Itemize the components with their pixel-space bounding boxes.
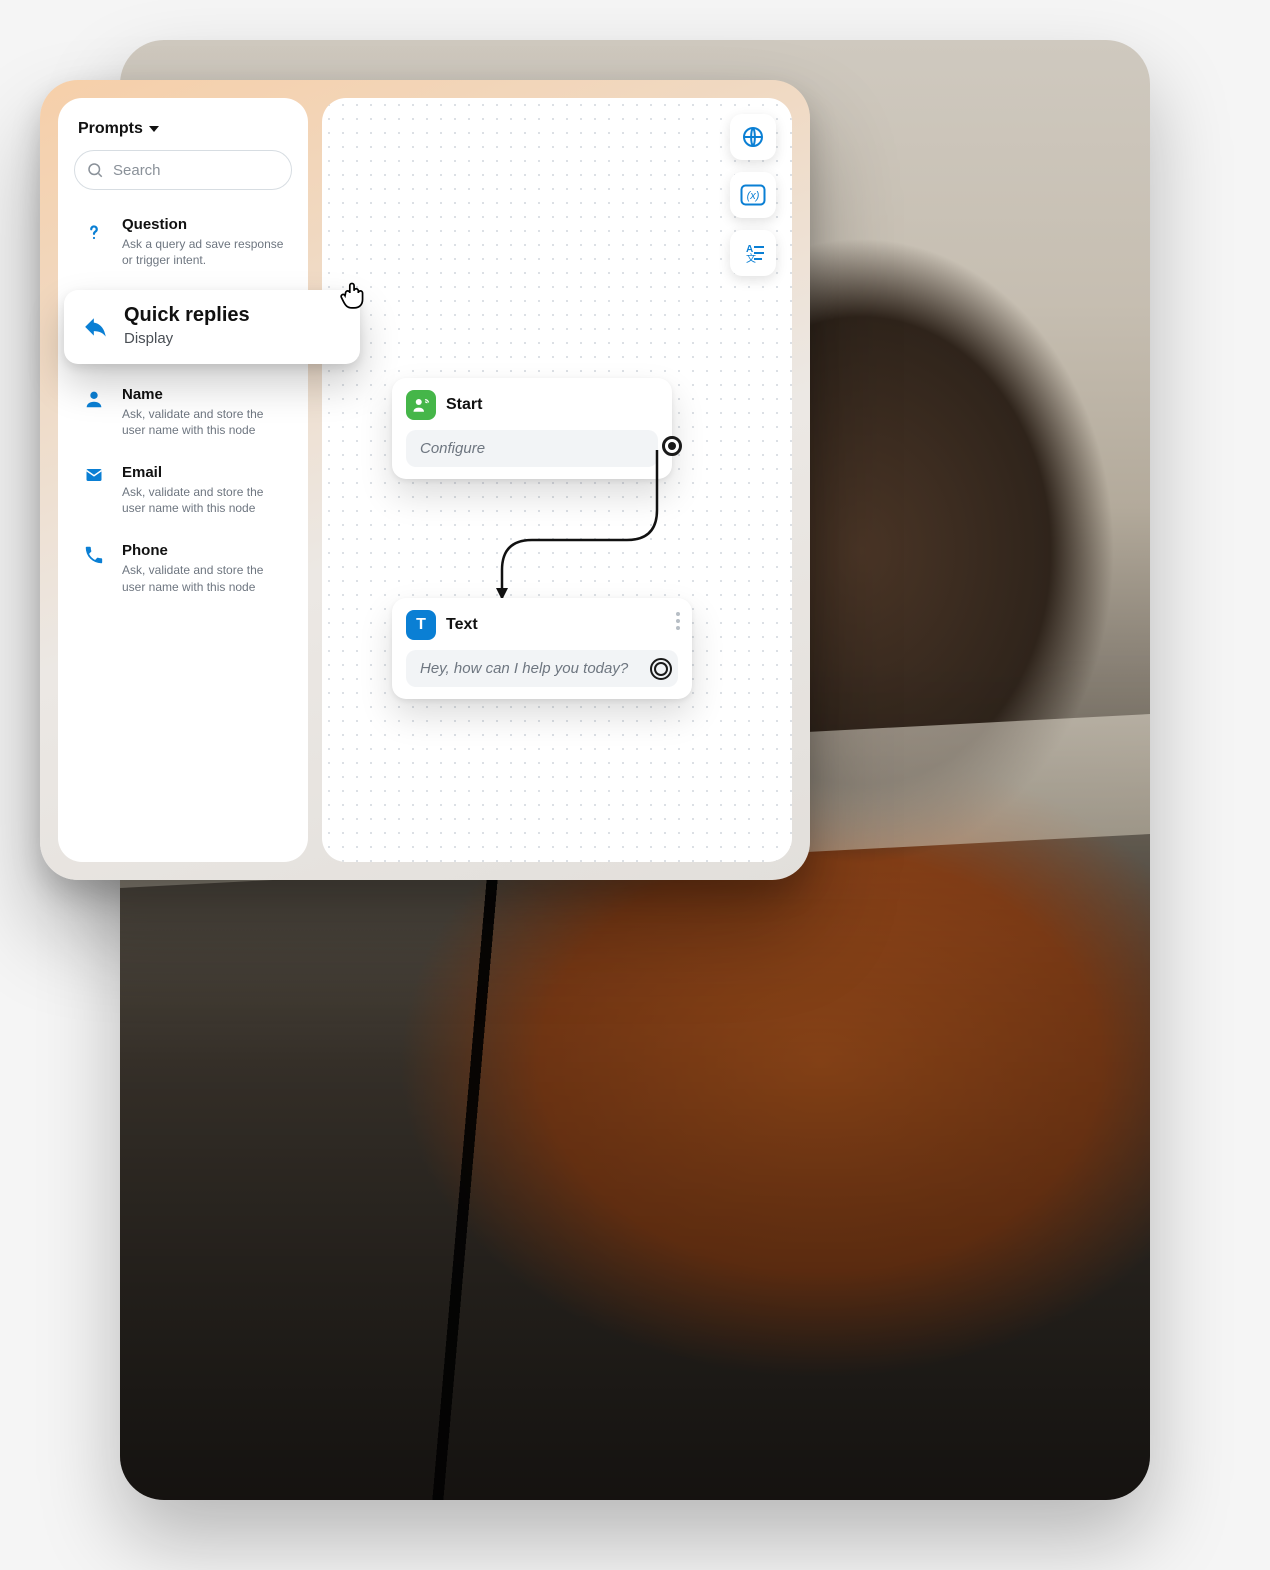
node-title: Text <box>446 616 478 634</box>
node-body-text: Hey, how can I help you today? <box>420 660 628 677</box>
prompt-title: Phone <box>122 542 286 559</box>
prompt-item-quick-replies[interactable]: Quick replies Display <box>64 290 360 363</box>
text-node-icon: T <box>406 610 436 640</box>
variable-icon: (x) <box>740 184 766 206</box>
flow-builder-panel: Prompts Question Ask a query ad save res… <box>40 80 810 880</box>
question-icon <box>80 216 108 246</box>
prompt-item-email[interactable]: Email Ask, validate and store the user n… <box>74 456 292 524</box>
output-port[interactable] <box>662 436 682 456</box>
node-body[interactable]: Configure <box>406 430 658 467</box>
prompt-desc: Ask, validate and store the user name wi… <box>122 562 286 594</box>
mail-icon <box>80 464 108 484</box>
flow-node-start[interactable]: Start Configure <box>392 378 672 479</box>
translate-icon: A 文 <box>740 242 766 264</box>
prompt-title: Quick replies <box>124 304 250 327</box>
prompt-title: Name <box>122 386 286 403</box>
globe-icon <box>741 125 765 149</box>
flow-node-text[interactable]: T Text Hey, how can I help you today? <box>392 598 692 699</box>
node-body[interactable]: Hey, how can I help you today? <box>406 650 678 687</box>
node-menu-button[interactable] <box>676 612 680 630</box>
svg-text:(x): (x) <box>747 190 760 202</box>
chevron-down-icon <box>149 126 159 132</box>
prompt-list: Question Ask a query ad save response or… <box>68 208 298 603</box>
globe-tool[interactable] <box>730 114 776 160</box>
phone-icon <box>80 542 108 566</box>
search-input[interactable] <box>74 150 292 190</box>
prompt-desc: Ask, validate and store the user name wi… <box>122 484 286 516</box>
person-icon <box>80 386 108 410</box>
grab-cursor-icon <box>336 276 370 310</box>
start-node-icon <box>406 390 436 420</box>
node-title: Start <box>446 396 482 414</box>
prompt-item-name[interactable]: Name Ask, validate and store the user na… <box>74 378 292 446</box>
prompt-desc: Ask a query ad save response or trigger … <box>122 236 286 268</box>
reply-icon <box>82 313 110 341</box>
text-node-icon-letter: T <box>416 616 426 634</box>
search-icon <box>86 161 104 179</box>
prompts-sidebar: Prompts Question Ask a query ad save res… <box>58 98 308 862</box>
canvas-tool-column: (x) A 文 <box>730 114 776 276</box>
translate-tool[interactable]: A 文 <box>730 230 776 276</box>
prompt-item-question[interactable]: Question Ask a query ad save response or… <box>74 208 292 276</box>
variable-tool[interactable]: (x) <box>730 172 776 218</box>
node-body-text: Configure <box>420 440 485 457</box>
flow-canvas[interactable]: (x) A 文 Start Configure <box>322 98 792 862</box>
search-field-wrap <box>74 150 292 190</box>
prompt-item-phone[interactable]: Phone Ask, validate and store the user n… <box>74 534 292 602</box>
prompt-title: Email <box>122 464 286 481</box>
output-port[interactable] <box>650 658 672 680</box>
prompt-desc: Ask, validate and store the user name wi… <box>122 406 286 438</box>
prompts-dropdown[interactable]: Prompts <box>68 116 298 150</box>
prompt-desc: Display <box>124 329 250 349</box>
prompts-dropdown-label: Prompts <box>78 120 143 138</box>
prompt-title: Question <box>122 216 286 233</box>
